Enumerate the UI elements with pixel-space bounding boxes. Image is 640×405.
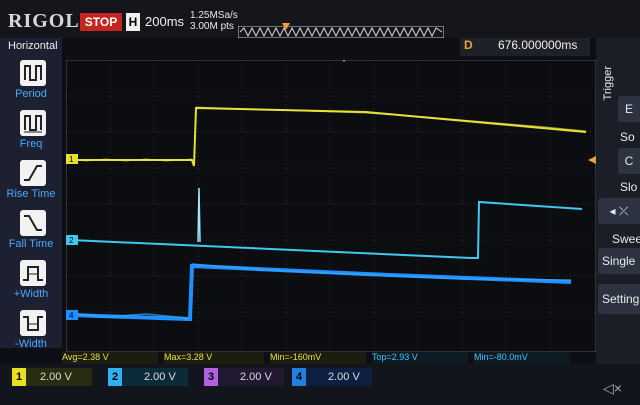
trigger-type-button[interactable]: E — [618, 96, 640, 122]
measure-menu: Horizontal Period Freq Rise Time Fall Ti… — [0, 38, 62, 350]
sweep-label: Swee — [612, 232, 640, 246]
svg-text:1: 1 — [69, 155, 74, 164]
fall-time-icon — [20, 210, 46, 236]
ch1-noise — [69, 106, 587, 162]
ch2-scale[interactable]: 2 2.00 V — [108, 368, 188, 386]
delay-label: D — [464, 38, 473, 52]
menu-item-fall-time[interactable]: Fall Time — [0, 204, 62, 254]
menu-item-label: Fall Time — [8, 238, 54, 250]
waveform-display[interactable]: 1 2 4 — [66, 60, 596, 352]
measurement-avg: Avg=2.38 V — [62, 352, 158, 364]
freq-icon — [20, 110, 46, 136]
menu-title: Horizontal — [8, 40, 58, 52]
svg-text:4: 4 — [69, 311, 74, 320]
period-icon — [20, 60, 46, 86]
menu-item-neg-width[interactable]: -Width — [0, 304, 62, 354]
sweep-value: Single — [602, 254, 636, 268]
memory-position-strip — [238, 26, 444, 38]
sample-rate: 1.25MSa/s — [190, 10, 238, 21]
channel-status-bar: 1 2.00 V 2 2.00 V 3 2.00 V 4 2.00 V — [0, 364, 640, 405]
trigger-menu: Trigger E So C Slo ◂ ⤫ Swee Single Setti… — [596, 38, 640, 368]
ch1-scale[interactable]: 1 2.00 V — [12, 368, 92, 386]
measurement-max: Max=3.28 V — [164, 352, 264, 364]
run-stop-status[interactable]: STOP — [80, 13, 122, 31]
memory-depth: 3.00M pts — [190, 21, 234, 32]
ch1-number: 1 — [12, 368, 26, 386]
measurement-min-ch2: Min=-80.0mV — [474, 352, 570, 364]
brand-logo: RIGOL — [8, 10, 80, 32]
measurement-top: Top=2.93 V — [372, 352, 468, 364]
measurement-min: Min=-160mV — [270, 352, 366, 364]
top-status-bar: RIGOL STOP H 200ms 1.25MSa/s 3.00M pts — [0, 0, 640, 38]
menu-item-label: Rise Time — [6, 188, 56, 200]
delay-value[interactable]: 676.000000ms — [498, 38, 577, 52]
memory-cursor-icon — [282, 23, 290, 30]
ch2-marker: 2 — [66, 235, 78, 245]
horizontal-label: H — [126, 13, 140, 31]
ch3-volts: 2.00 V — [240, 371, 272, 383]
ch3-number: 3 — [204, 368, 218, 386]
trigger-menu-title: Trigger — [602, 66, 614, 101]
ch4-number: 4 — [292, 368, 306, 386]
menu-item-rise-time[interactable]: Rise Time — [0, 154, 62, 204]
menu-item-label: +Width — [13, 288, 49, 300]
source-button[interactable]: C — [618, 148, 640, 174]
trigger-level-marker — [588, 156, 596, 164]
slope-button[interactable]: ◂ ⤫ — [598, 198, 640, 224]
ch4-scale[interactable]: 4 2.00 V — [292, 368, 372, 386]
graticule — [66, 60, 596, 352]
pos-width-icon — [20, 260, 46, 286]
sweep-button[interactable]: Single — [598, 248, 640, 274]
rise-time-icon — [20, 160, 46, 186]
setting-button[interactable]: Setting — [598, 284, 640, 314]
menu-item-freq[interactable]: Freq — [0, 104, 62, 154]
menu-item-pos-width[interactable]: +Width — [0, 254, 62, 304]
slope-label: Slo — [620, 180, 638, 194]
ch4-noise — [69, 263, 572, 319]
ch1-trace — [70, 106, 587, 167]
acquisition-info: 1.25MSa/s 3.00M pts — [190, 10, 238, 32]
ch2-volts: 2.00 V — [144, 371, 176, 383]
menu-item-label: -Width — [15, 338, 47, 350]
ch4-trace — [69, 263, 572, 321]
timebase-value[interactable]: 200ms — [145, 14, 184, 29]
ch4-marker: 4 — [66, 310, 78, 320]
ch2-glitch — [197, 187, 201, 243]
ch3-scale[interactable]: 3 2.00 V — [204, 368, 284, 386]
ch2-number: 2 — [108, 368, 122, 386]
menu-item-period[interactable]: Period — [0, 54, 62, 104]
oscilloscope-screen: RIGOL STOP H 200ms 1.25MSa/s 3.00M pts D… — [0, 0, 640, 405]
speaker-icon[interactable]: ◁× — [603, 380, 622, 397]
menu-item-label: Period — [15, 88, 47, 100]
ch1-marker: 1 — [66, 154, 78, 164]
ch1-volts: 2.00 V — [40, 371, 72, 383]
ch2-trace — [69, 200, 583, 259]
neg-width-icon — [20, 310, 46, 336]
menu-item-label: Freq — [19, 138, 43, 150]
svg-text:2: 2 — [69, 236, 74, 245]
source-label: So — [620, 130, 635, 144]
ch4-volts: 2.00 V — [328, 371, 360, 383]
